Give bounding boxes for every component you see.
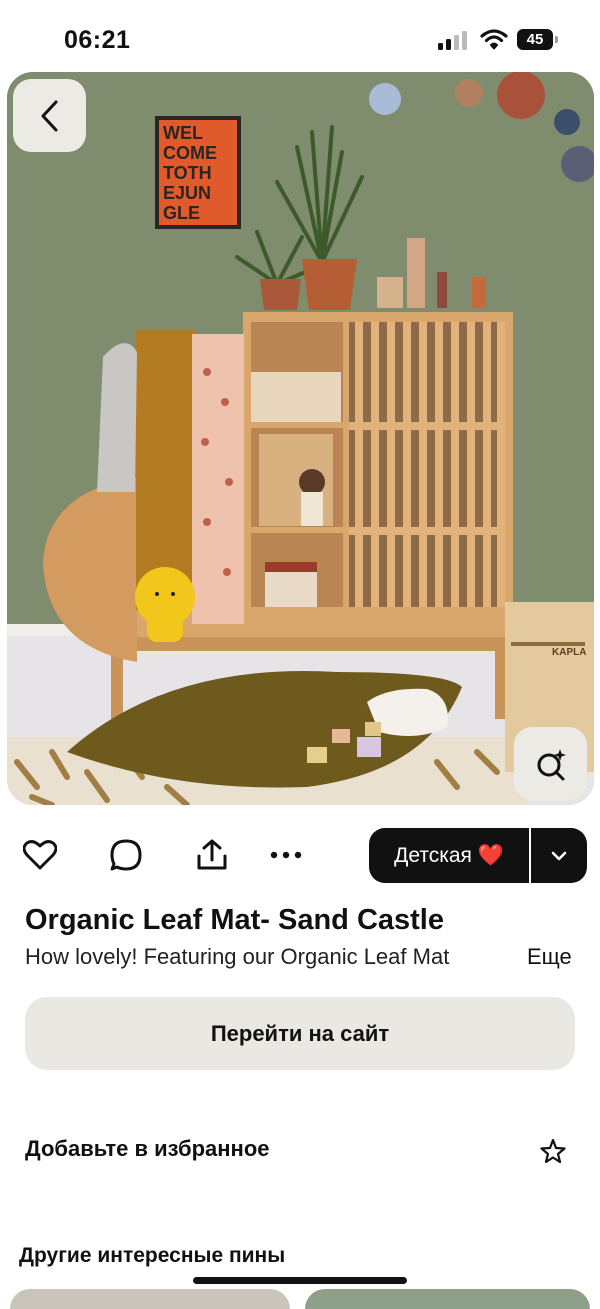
kapla-box-label: KAPLA [552,647,586,658]
status-bar: 06:21 45 [0,0,600,72]
cellular-signal-icon [438,30,468,50]
poster-line: EJUN [163,183,211,203]
board-name[interactable]: Детская ❤️ [369,828,531,883]
chevron-left-icon [41,100,57,131]
related-pin-thumbnail[interactable] [305,1289,590,1309]
comment-icon [110,839,142,871]
battery-cap [555,36,558,43]
heart-icon [23,840,57,870]
poster-line: GLE [163,203,200,223]
related-pin-thumbnail[interactable] [10,1289,290,1309]
home-indicator [193,1277,407,1284]
pin-image[interactable]: WEL COME TOTH EJUN GLE KAPLA [7,72,594,805]
poster-line: TOTH [163,163,212,183]
pin-description: How lovely! Featuring our Organic Leaf M… [25,944,450,969]
battery-indicator: 45 [517,29,553,50]
other-pins-heading: Другие интересные пины [19,1244,286,1267]
more-options-button[interactable] [268,837,304,873]
description-fade [470,944,510,974]
pin-title: Organic Leaf Mat- Sand Castle [25,904,444,936]
status-time: 06:21 [64,26,131,54]
back-button[interactable] [13,79,86,152]
poster-line: COME [163,143,217,163]
chevron-down-icon [551,851,567,860]
pin-photo: WEL COME TOTH EJUN GLE KAPLA [7,72,594,805]
see-more-link[interactable]: Еще [527,944,572,970]
favorites-label[interactable]: Добавьте в избранное [25,1136,270,1162]
ellipsis-icon [270,851,302,859]
lens-search-icon [537,748,566,780]
star-icon[interactable] [540,1138,566,1164]
share-icon [197,839,227,870]
share-button[interactable] [194,837,230,873]
save-to-board-button[interactable]: Детская ❤️ [369,828,587,883]
visit-site-button[interactable]: Перейти на сайт [25,997,575,1070]
visual-search-button[interactable] [514,727,587,800]
wifi-icon [480,29,508,50]
board-dropdown-button[interactable] [531,828,587,883]
like-button[interactable] [22,837,58,873]
poster-line: WEL [163,123,203,143]
comment-button[interactable] [108,837,144,873]
